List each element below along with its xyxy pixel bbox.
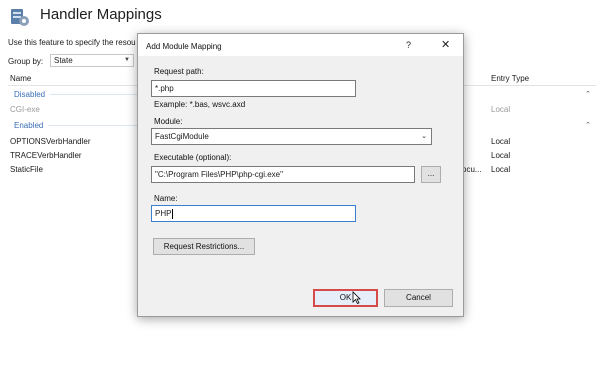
request-path-label: Request path:	[154, 67, 204, 76]
cancel-button[interactable]: Cancel	[384, 289, 453, 307]
help-button[interactable]: ?	[406, 40, 411, 50]
column-header-entry-type[interactable]: Entry Type	[491, 74, 529, 83]
ok-button[interactable]: OK	[313, 289, 378, 307]
text-caret	[172, 208, 174, 219]
group-by-value: State	[54, 56, 73, 65]
group-header-enabled[interactable]: Enabled	[14, 121, 43, 130]
browse-button[interactable]: ...	[421, 166, 441, 183]
table-row-entry-type: Local	[491, 105, 511, 114]
table-row-name[interactable]: CGI-exe	[10, 105, 40, 114]
executable-label: Executable (optional):	[154, 153, 232, 162]
column-header-name[interactable]: Name	[10, 74, 31, 83]
page-title: Handler Mappings	[40, 6, 162, 23]
page-description: Use this feature to specify the resou	[8, 38, 136, 47]
table-row-name[interactable]: StaticFile	[10, 165, 43, 174]
dialog-title: Add Module Mapping	[146, 42, 222, 51]
table-row-entry-type: Local	[491, 165, 511, 174]
executable-input[interactable]: "C:\Program Files\PHP\php-cgi.exe"	[151, 166, 415, 183]
chevron-up-icon[interactable]: ⌃	[585, 90, 591, 98]
table-row-name[interactable]: OPTIONSVerbHandler	[10, 137, 90, 146]
name-input-value: PHP	[155, 209, 172, 218]
group-divider	[48, 125, 138, 126]
group-divider	[50, 94, 138, 95]
group-header-disabled[interactable]: Disabled	[14, 90, 45, 99]
close-icon[interactable]: ✕	[441, 38, 450, 51]
request-path-input[interactable]: *.php	[151, 80, 356, 97]
table-row-extra: ocu...	[462, 165, 482, 174]
request-path-example: Example: *.bas, wsvc.axd	[154, 100, 246, 109]
chevron-down-icon: ▼	[124, 57, 130, 63]
name-input[interactable]: PHP	[151, 205, 356, 222]
name-label: Name:	[154, 194, 178, 203]
module-label: Module:	[154, 117, 183, 126]
request-restrictions-button[interactable]: Request Restrictions...	[153, 238, 255, 255]
mouse-pointer-icon	[352, 291, 361, 307]
table-row-entry-type: Local	[491, 151, 511, 160]
add-module-mapping-dialog: Add Module Mapping ? ✕ Request path: *.p…	[137, 33, 464, 317]
chevron-up-icon[interactable]: ⌃	[585, 121, 591, 129]
table-row-name[interactable]: TRACEVerbHandler	[10, 151, 82, 160]
group-by-select[interactable]: State ▼	[50, 54, 134, 67]
handler-mappings-icon	[8, 6, 30, 28]
group-by-label: Group by:	[8, 57, 44, 66]
module-select-value: FastCgiModule	[155, 132, 209, 141]
table-row-entry-type: Local	[491, 137, 511, 146]
module-select[interactable]: FastCgiModule ⌄	[151, 128, 432, 145]
chevron-down-icon: ⌄	[421, 133, 427, 140]
